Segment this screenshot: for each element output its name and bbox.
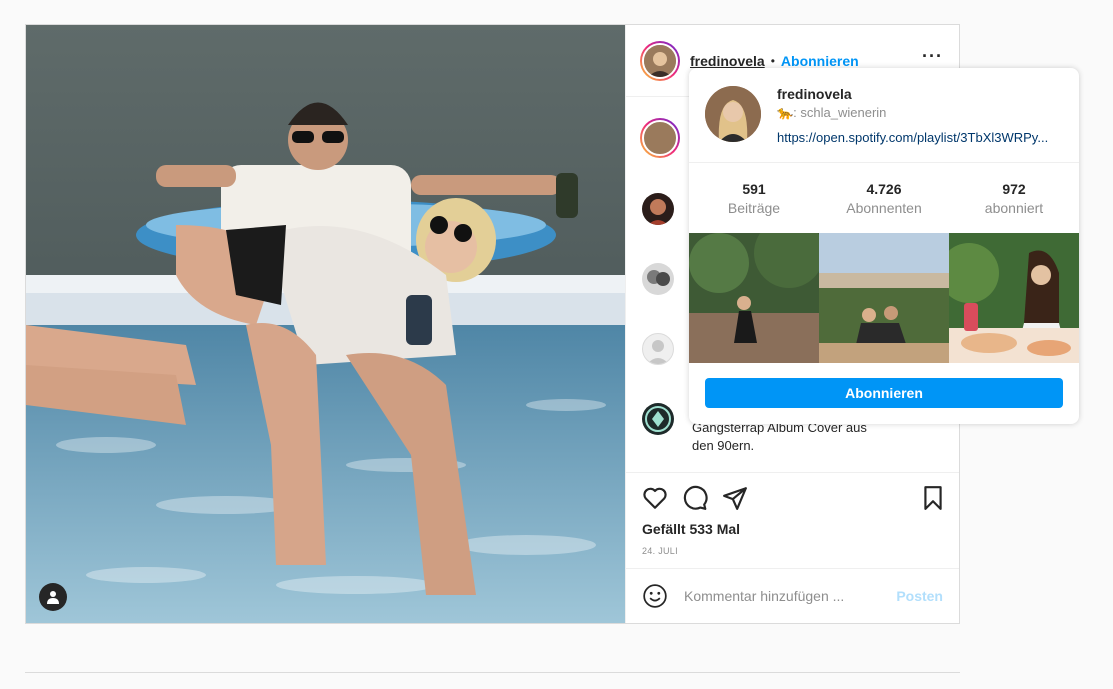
avatar[interactable] [640,40,680,81]
hover-card-photo[interactable] [819,233,949,363]
hover-card-photo[interactable] [689,233,819,363]
share-icon[interactable] [722,485,748,511]
hover-card-stats: 591 Beiträge 4.726 Abonnenten 972 abonni… [689,163,1079,233]
comment-bar: Posten [626,568,959,623]
stat-value: 972 [1002,181,1026,197]
hover-card-link[interactable]: https://open.spotify.com/playlist/3TbXl3… [777,130,1067,145]
header-separator: • [770,53,775,68]
more-horizontal-icon[interactable]: ··· [922,47,943,65]
hover-card-header: fredinovela 🐆: schla_wienerin https://op… [689,68,1079,163]
stat-posts: 591 Beiträge [689,163,819,233]
post-actions: Gefällt 533 Mal 24. JULI [626,472,959,568]
stat-following: 972 abonniert [949,163,1079,233]
comment-avatar[interactable] [642,333,674,365]
hover-card-photo[interactable] [949,233,1079,363]
comment-avatar[interactable] [642,263,674,295]
stat-value: 591 [742,181,766,197]
caption-avatar[interactable] [640,118,680,158]
post-date[interactable]: 24. JULI [642,546,678,556]
profile-hover-card: fredinovela 🐆: schla_wienerin https://op… [689,68,1079,424]
feed-divider [25,672,960,673]
comment-input[interactable] [684,588,897,604]
likes-count[interactable]: Gefällt 533 Mal [642,521,740,537]
hover-card-avatar[interactable] [705,86,761,142]
comment-icon[interactable] [682,485,708,511]
caption-line: den 90ern. [692,438,755,453]
follow-link[interactable]: Abonnieren [781,53,859,69]
user-tag-button[interactable] [39,583,67,611]
comment-avatar[interactable] [642,403,674,435]
stat-value: 4.726 [866,181,902,197]
caption-text: Gangsterrap Album Cover aus den 90ern. [692,419,892,455]
hover-card-photo-grid [689,233,1079,363]
post-author-username[interactable]: fredinovela [690,53,765,69]
person-icon [47,591,59,604]
hover-card-follow-button[interactable]: Abonnieren [705,378,1063,408]
stat-label: Beiträge [727,200,781,216]
emoji-icon[interactable] [642,583,668,609]
stat-label: Abonnenten [846,200,922,216]
stat-label: abonniert [984,200,1044,216]
stat-followers: 4.726 Abonnenten [819,163,949,233]
post-comment-button[interactable]: Posten [896,588,943,604]
hover-card-subtitle: 🐆: schla_wienerin [777,105,887,120]
post-photo[interactable] [26,25,625,623]
hover-card-username[interactable]: fredinovela [777,86,852,102]
profile-photo-icon [644,44,676,77]
comment-avatar[interactable] [642,193,674,225]
bookmark-icon[interactable] [920,485,946,511]
heart-icon[interactable] [642,485,668,511]
